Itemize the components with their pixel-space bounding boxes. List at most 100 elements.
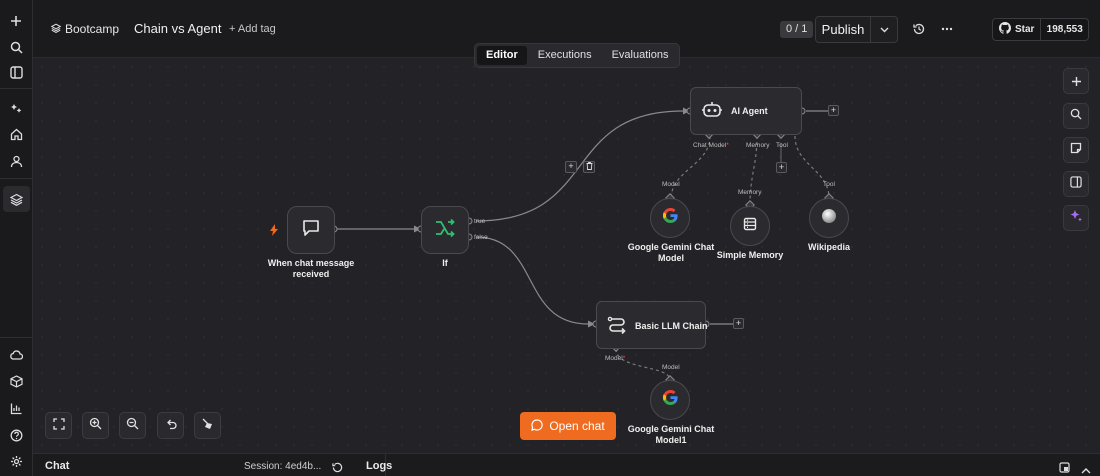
if-true-label: true: [474, 218, 486, 225]
node-if-label: If: [442, 258, 448, 268]
chat-icon: [531, 418, 544, 434]
chain-output-add-button[interactable]: +: [733, 318, 744, 329]
search-icon: [1070, 107, 1082, 125]
sticky-note-button[interactable]: [1063, 137, 1089, 163]
note-icon: [1070, 141, 1082, 159]
node-chat-trigger[interactable]: [287, 206, 335, 254]
github-star-count: 198,553: [1046, 24, 1083, 35]
gemini2-conn-label: Model: [662, 364, 680, 371]
tidy-up-button[interactable]: [194, 412, 221, 439]
gemini1-conn-label: Model: [662, 181, 680, 188]
more-options-icon[interactable]: [939, 21, 955, 37]
chevron-up-icon[interactable]: [1081, 461, 1091, 476]
insights-icon[interactable]: [6, 398, 26, 418]
agent-port-tool: Tool: [776, 142, 788, 149]
home-icon[interactable]: [6, 124, 26, 144]
node-gemini-chat-model1[interactable]: [650, 380, 690, 420]
agent-port-memory: Memory: [746, 142, 770, 149]
undo-button[interactable]: [157, 412, 184, 439]
layers-icon: [50, 22, 62, 36]
node-wikipedia-label: Wikipedia: [808, 242, 850, 252]
node-basic-llm-chain[interactable]: Basic LLM Chain: [596, 301, 708, 349]
robot-icon: [701, 100, 723, 125]
zoom-out-icon: [126, 417, 139, 435]
open-chat-label: Open chat: [549, 419, 605, 433]
ai-assistant-button[interactable]: [1063, 205, 1089, 231]
github-star-button[interactable]: Star: [993, 19, 1042, 40]
view-tabs: Editor Executions Evaluations: [474, 43, 681, 68]
session-id: Session: 4ed4b...: [244, 461, 322, 472]
toggle-panel-button[interactable]: [1063, 171, 1089, 197]
templates-icon[interactable]: [6, 98, 26, 118]
node-simple-memory[interactable]: [730, 206, 770, 246]
node-gemini-chat-model[interactable]: [650, 198, 690, 238]
zoom-in-button[interactable]: [82, 412, 109, 439]
agent-port-chat-model: Chat Model*: [693, 142, 729, 149]
node-ai-agent[interactable]: AI Agent: [690, 87, 802, 135]
google-icon: [662, 389, 678, 410]
trigger-bolt-icon: [270, 223, 278, 241]
node-chat-trigger-label: When chat message received: [267, 258, 355, 279]
tab-executions[interactable]: Executions: [529, 46, 601, 65]
help-icon[interactable]: [6, 425, 26, 445]
node-ai-agent-label: AI Agent: [731, 106, 768, 116]
history-icon[interactable]: [911, 21, 927, 37]
if-false-label: false: [474, 234, 488, 241]
node-gemini-chat-model-label: Google Gemini Chat Model: [627, 242, 715, 263]
plus-icon[interactable]: [6, 11, 26, 31]
agent-output-add-button[interactable]: +: [828, 105, 839, 116]
publish-button[interactable]: Publish: [816, 17, 871, 42]
zoom-out-button[interactable]: [119, 412, 146, 439]
open-chat-button[interactable]: Open chat: [520, 412, 616, 440]
node-if[interactable]: [421, 206, 469, 254]
node-wikipedia[interactable]: [809, 198, 849, 238]
github-icon: [999, 22, 1011, 37]
publish-button-group: Publish: [815, 16, 898, 43]
memory-conn-label: Memory: [738, 189, 762, 196]
workflow-title[interactable]: Chain vs Agent: [134, 21, 221, 36]
logs-panel-tab[interactable]: Logs: [366, 460, 392, 472]
branch-icon: [434, 218, 456, 243]
node-simple-memory-label: Simple Memory: [716, 250, 784, 260]
trash-icon[interactable]: [583, 161, 595, 173]
add-node-button[interactable]: [1063, 68, 1089, 94]
add-tag-button[interactable]: + Add tag: [229, 23, 276, 35]
tab-editor[interactable]: Editor: [477, 46, 527, 65]
cloud-icon[interactable]: [6, 345, 26, 365]
sidebar-icon: [1070, 175, 1082, 193]
popout-icon[interactable]: [1059, 460, 1070, 476]
breadcrumb[interactable]: Bootcamp: [50, 22, 120, 36]
tab-evaluations[interactable]: Evaluations: [603, 46, 678, 65]
workflow-canvas[interactable]: [33, 58, 1100, 453]
chat-panel-tab[interactable]: Chat: [45, 460, 69, 472]
left-rail: [0, 0, 33, 476]
github-star-widget[interactable]: Star 198,553: [992, 18, 1089, 41]
fit-view-button[interactable]: [45, 412, 72, 439]
chain-icon: [607, 315, 627, 340]
settings-icon[interactable]: [6, 451, 26, 471]
search-icon[interactable]: [6, 37, 26, 57]
package-icon[interactable]: [6, 371, 26, 391]
fit-screen-icon: [52, 417, 65, 435]
breadcrumb-project: Bootcamp: [65, 22, 120, 36]
wikipedia-conn-label: Tool: [823, 181, 835, 188]
edge-add-button[interactable]: +: [565, 161, 577, 173]
undo-icon: [165, 417, 177, 435]
broom-icon: [201, 417, 214, 435]
node-basic-llm-chain-label: Basic LLM Chain: [635, 321, 708, 331]
version-counter: 0 / 1: [780, 21, 814, 38]
bottom-panel-bar: Chat Session: 4ed4b... Logs: [33, 453, 1100, 476]
chat-bubble-icon: [301, 218, 321, 243]
refresh-session-icon[interactable]: [332, 460, 343, 476]
user-icon[interactable]: [6, 151, 26, 171]
agent-tool-add-button[interactable]: +: [776, 162, 787, 173]
search-nodes-button[interactable]: [1063, 103, 1089, 129]
google-icon: [662, 207, 678, 228]
github-star-label: Star: [1015, 24, 1035, 35]
database-icon: [743, 217, 757, 236]
chain-port-model: Model*: [605, 355, 626, 362]
panel-toggle-icon[interactable]: [6, 62, 26, 82]
chevron-down-icon[interactable]: [871, 17, 897, 42]
layers-icon[interactable]: [6, 189, 26, 209]
node-gemini-chat-model1-label: Google Gemini Chat Model1: [627, 424, 715, 445]
